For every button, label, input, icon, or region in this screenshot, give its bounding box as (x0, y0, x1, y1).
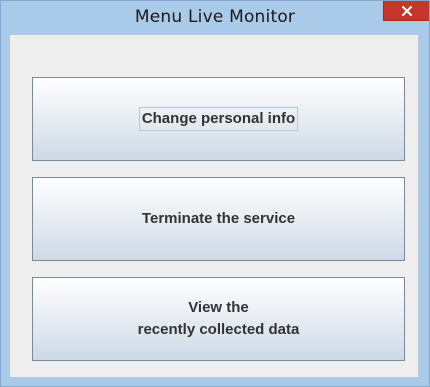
view-collected-data-label: View the recently collected data (138, 297, 300, 341)
app-window: Menu Live Monitor Change personal info T… (0, 0, 430, 387)
view-collected-data-button[interactable]: View the recently collected data (32, 277, 405, 361)
terminate-service-button[interactable]: Terminate the service (32, 177, 405, 261)
view-data-line-1: View the (188, 299, 249, 316)
title-bar[interactable]: Menu Live Monitor (1, 1, 429, 33)
close-icon (402, 6, 412, 16)
change-personal-info-button[interactable]: Change personal info (32, 77, 405, 161)
window-title: Menu Live Monitor (134, 7, 296, 27)
close-button[interactable] (383, 1, 429, 21)
view-data-line-2: recently collected data (137, 321, 300, 338)
terminate-service-label: Terminate the service (141, 210, 296, 227)
change-personal-info-label: Change personal info (138, 107, 299, 131)
